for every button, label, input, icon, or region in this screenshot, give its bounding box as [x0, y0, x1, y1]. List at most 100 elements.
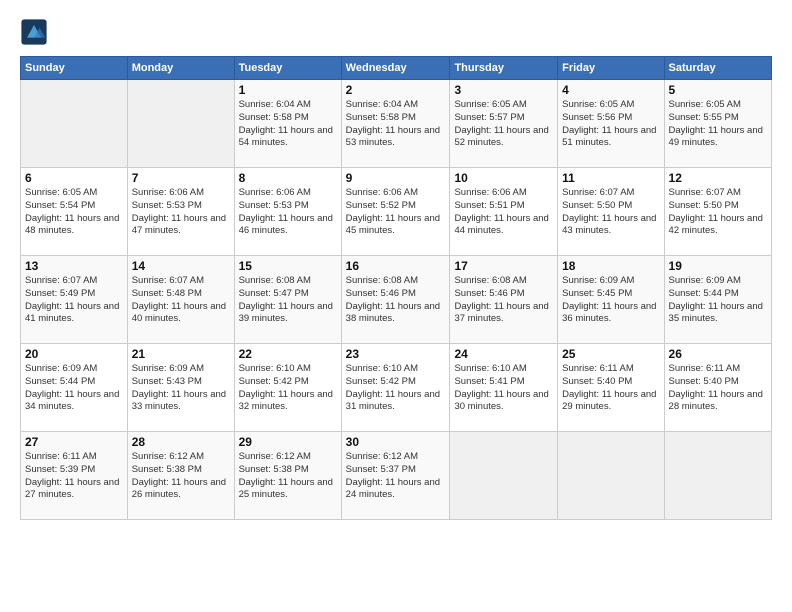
weekday-header-wednesday: Wednesday: [341, 57, 450, 80]
day-number: 10: [454, 171, 553, 185]
day-cell: 15 Sunrise: 6:08 AMSunset: 5:47 PMDayligh…: [234, 256, 341, 344]
week-row-3: 13 Sunrise: 6:07 AMSunset: 5:49 PMDayligh…: [21, 256, 772, 344]
day-number: 13: [25, 259, 123, 273]
day-cell: 10 Sunrise: 6:06 AMSunset: 5:51 PMDayligh…: [450, 168, 558, 256]
day-number: 25: [562, 347, 659, 361]
day-number: 26: [669, 347, 767, 361]
day-cell: 24 Sunrise: 6:10 AMSunset: 5:41 PMDayligh…: [450, 344, 558, 432]
day-cell: 16 Sunrise: 6:08 AMSunset: 5:46 PMDayligh…: [341, 256, 450, 344]
day-cell: 21 Sunrise: 6:09 AMSunset: 5:43 PMDayligh…: [127, 344, 234, 432]
day-info: Sunrise: 6:07 AMSunset: 5:49 PMDaylight:…: [25, 275, 123, 326]
day-info: Sunrise: 6:10 AMSunset: 5:42 PMDaylight:…: [346, 363, 446, 414]
day-info: Sunrise: 6:09 AMSunset: 5:44 PMDaylight:…: [25, 363, 123, 414]
day-info: Sunrise: 6:12 AMSunset: 5:37 PMDaylight:…: [346, 451, 446, 502]
day-info: Sunrise: 6:08 AMSunset: 5:46 PMDaylight:…: [454, 275, 553, 326]
day-number: 6: [25, 171, 123, 185]
weekday-header-friday: Friday: [558, 57, 664, 80]
day-cell: 7 Sunrise: 6:06 AMSunset: 5:53 PMDaylight…: [127, 168, 234, 256]
day-cell: 18 Sunrise: 6:09 AMSunset: 5:45 PMDayligh…: [558, 256, 664, 344]
day-number: 23: [346, 347, 446, 361]
day-cell: 9Sunrise: 6:06 AMSunset: 5:52 PMDaylight…: [341, 168, 450, 256]
day-info: Sunrise: 6:08 AMSunset: 5:46 PMDaylight:…: [346, 275, 446, 326]
day-info: Sunrise: 6:06 AMSunset: 5:53 PMDaylight:…: [239, 187, 337, 238]
day-cell: 26 Sunrise: 6:11 AMSunset: 5:40 PMDayligh…: [664, 344, 771, 432]
calendar-table: SundayMondayTuesdayWednesdayThursdayFrid…: [20, 56, 772, 520]
logo: [20, 18, 50, 46]
day-number: 12: [669, 171, 767, 185]
day-info: Sunrise: 6:05 AMSunset: 5:55 PMDaylight:…: [669, 99, 767, 150]
day-number: 22: [239, 347, 337, 361]
day-info: Sunrise: 6:09 AMSunset: 5:44 PMDaylight:…: [669, 275, 767, 326]
day-info: Sunrise: 6:10 AMSunset: 5:41 PMDaylight:…: [454, 363, 553, 414]
day-number: 4: [562, 83, 659, 97]
day-number: 17: [454, 259, 553, 273]
day-info: Sunrise: 6:05 AMSunset: 5:57 PMDaylight:…: [454, 99, 553, 150]
day-number: 24: [454, 347, 553, 361]
day-number: 7: [132, 171, 230, 185]
weekday-header-sunday: Sunday: [21, 57, 128, 80]
weekday-row: SundayMondayTuesdayWednesdayThursdayFrid…: [21, 57, 772, 80]
day-cell: [21, 80, 128, 168]
weekday-header-tuesday: Tuesday: [234, 57, 341, 80]
day-cell: 22 Sunrise: 6:10 AMSunset: 5:42 PMDayligh…: [234, 344, 341, 432]
calendar-header: SundayMondayTuesdayWednesdayThursdayFrid…: [21, 57, 772, 80]
weekday-header-thursday: Thursday: [450, 57, 558, 80]
day-cell: [127, 80, 234, 168]
day-number: 21: [132, 347, 230, 361]
calendar-body: 1 Sunrise: 6:04 AMSunset: 5:58 PMDaylight…: [21, 80, 772, 520]
day-info: Sunrise: 6:11 AMSunset: 5:40 PMDaylight:…: [669, 363, 767, 414]
day-info: Sunrise: 6:05 AMSunset: 5:54 PMDaylight:…: [25, 187, 123, 238]
day-number: 1: [239, 83, 337, 97]
day-cell: [664, 432, 771, 520]
day-cell: 23 Sunrise: 6:10 AMSunset: 5:42 PMDayligh…: [341, 344, 450, 432]
day-number: 8: [239, 171, 337, 185]
day-number: 15: [239, 259, 337, 273]
day-cell: 25Sunrise: 6:11 AMSunset: 5:40 PMDayligh…: [558, 344, 664, 432]
day-number: 27: [25, 435, 123, 449]
day-cell: [558, 432, 664, 520]
day-number: 18: [562, 259, 659, 273]
day-cell: 4 Sunrise: 6:05 AMSunset: 5:56 PMDaylight…: [558, 80, 664, 168]
day-cell: [450, 432, 558, 520]
day-cell: 5Sunrise: 6:05 AMSunset: 5:55 PMDaylight…: [664, 80, 771, 168]
day-info: Sunrise: 6:12 AMSunset: 5:38 PMDaylight:…: [132, 451, 230, 502]
day-cell: 8 Sunrise: 6:06 AMSunset: 5:53 PMDaylight…: [234, 168, 341, 256]
day-number: 11: [562, 171, 659, 185]
day-number: 28: [132, 435, 230, 449]
day-info: Sunrise: 6:06 AMSunset: 5:51 PMDaylight:…: [454, 187, 553, 238]
day-info: Sunrise: 6:10 AMSunset: 5:42 PMDaylight:…: [239, 363, 337, 414]
day-number: 2: [346, 83, 446, 97]
day-cell: 3Sunrise: 6:05 AMSunset: 5:57 PMDaylight…: [450, 80, 558, 168]
day-info: Sunrise: 6:08 AMSunset: 5:47 PMDaylight:…: [239, 275, 337, 326]
day-cell: 20 Sunrise: 6:09 AMSunset: 5:44 PMDayligh…: [21, 344, 128, 432]
day-info: Sunrise: 6:07 AMSunset: 5:50 PMDaylight:…: [669, 187, 767, 238]
day-cell: 1 Sunrise: 6:04 AMSunset: 5:58 PMDaylight…: [234, 80, 341, 168]
day-cell: 13 Sunrise: 6:07 AMSunset: 5:49 PMDayligh…: [21, 256, 128, 344]
day-cell: 11 Sunrise: 6:07 AMSunset: 5:50 PMDayligh…: [558, 168, 664, 256]
day-info: Sunrise: 6:05 AMSunset: 5:56 PMDaylight:…: [562, 99, 659, 150]
day-info: Sunrise: 6:09 AMSunset: 5:43 PMDaylight:…: [132, 363, 230, 414]
day-info: Sunrise: 6:04 AMSunset: 5:58 PMDaylight:…: [239, 99, 337, 150]
logo-icon: [20, 18, 48, 46]
day-cell: 12 Sunrise: 6:07 AMSunset: 5:50 PMDayligh…: [664, 168, 771, 256]
day-number: 14: [132, 259, 230, 273]
day-info: Sunrise: 6:12 AMSunset: 5:38 PMDaylight:…: [239, 451, 337, 502]
day-number: 20: [25, 347, 123, 361]
day-info: Sunrise: 6:07 AMSunset: 5:50 PMDaylight:…: [562, 187, 659, 238]
page: SundayMondayTuesdayWednesdayThursdayFrid…: [0, 0, 792, 612]
day-info: Sunrise: 6:06 AMSunset: 5:52 PMDaylight:…: [346, 187, 446, 238]
day-cell: 17 Sunrise: 6:08 AMSunset: 5:46 PMDayligh…: [450, 256, 558, 344]
weekday-header-monday: Monday: [127, 57, 234, 80]
week-row-4: 20 Sunrise: 6:09 AMSunset: 5:44 PMDayligh…: [21, 344, 772, 432]
week-row-1: 1 Sunrise: 6:04 AMSunset: 5:58 PMDaylight…: [21, 80, 772, 168]
day-cell: 29Sunrise: 6:12 AMSunset: 5:38 PMDayligh…: [234, 432, 341, 520]
day-info: Sunrise: 6:09 AMSunset: 5:45 PMDaylight:…: [562, 275, 659, 326]
day-cell: 6 Sunrise: 6:05 AMSunset: 5:54 PMDaylight…: [21, 168, 128, 256]
week-row-5: 27Sunrise: 6:11 AMSunset: 5:39 PMDayligh…: [21, 432, 772, 520]
day-number: 16: [346, 259, 446, 273]
day-info: Sunrise: 6:04 AMSunset: 5:58 PMDaylight:…: [346, 99, 446, 150]
day-cell: 27Sunrise: 6:11 AMSunset: 5:39 PMDayligh…: [21, 432, 128, 520]
day-cell: 19Sunrise: 6:09 AMSunset: 5:44 PMDayligh…: [664, 256, 771, 344]
day-info: Sunrise: 6:06 AMSunset: 5:53 PMDaylight:…: [132, 187, 230, 238]
week-row-2: 6 Sunrise: 6:05 AMSunset: 5:54 PMDaylight…: [21, 168, 772, 256]
